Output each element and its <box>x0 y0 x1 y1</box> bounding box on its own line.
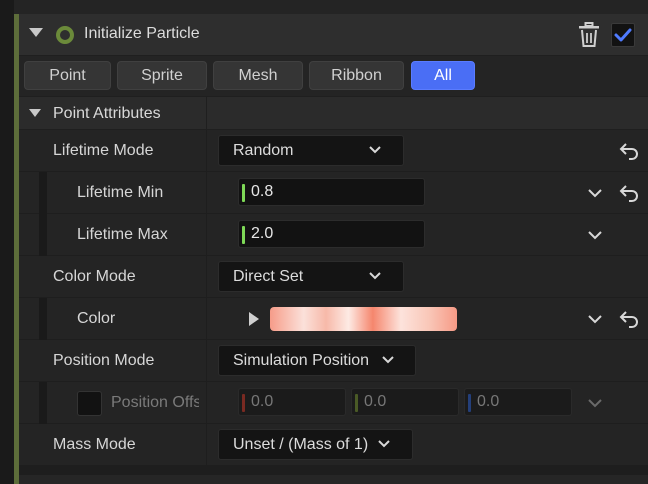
chevron-down-icon <box>369 146 381 154</box>
expand-arrow-icon[interactable] <box>249 312 259 326</box>
property-label: Lifetime Min <box>77 184 164 201</box>
z-axis-bar <box>468 394 471 412</box>
column-divider <box>206 340 207 382</box>
reset-icon[interactable] <box>619 310 639 328</box>
section-point-attributes[interactable]: Point Attributes <box>19 96 648 131</box>
checkmark-icon <box>614 28 632 42</box>
chevron-down-icon[interactable] <box>587 314 603 325</box>
column-divider <box>206 382 207 424</box>
tab-mesh[interactable]: Mesh <box>213 61 303 90</box>
property-label: Lifetime Max <box>77 226 168 243</box>
y-axis-bar <box>355 394 358 412</box>
row-color: Color <box>19 298 648 340</box>
module-enabled-checkbox[interactable] <box>611 23 635 47</box>
position-mode-dropdown[interactable]: Simulation Position <box>218 345 416 376</box>
column-divider <box>206 172 207 214</box>
collapse-arrow-icon[interactable] <box>29 28 43 37</box>
property-label: Mass Mode <box>53 436 136 453</box>
filter-tabs: Point Sprite Mesh Ribbon All <box>19 56 648 96</box>
float-type-bar <box>242 184 245 202</box>
tab-ribbon[interactable]: Ribbon <box>309 61 404 90</box>
section-footer <box>19 466 648 484</box>
float-type-bar <box>242 226 245 244</box>
row-lifetime-mode: Lifetime Mode Random <box>19 130 648 172</box>
next-section-edge <box>19 475 648 484</box>
indent-guide <box>39 172 47 214</box>
property-label: Color <box>77 310 116 327</box>
property-label: Lifetime Mode <box>53 142 154 159</box>
module-title: Initialize Particle <box>84 25 200 42</box>
tab-sprite[interactable]: Sprite <box>117 61 207 90</box>
row-lifetime-max: Lifetime Max 2.0 <box>19 214 648 256</box>
indent-guide <box>39 298 47 340</box>
position-offset-x-field[interactable]: 0.0 <box>238 388 346 416</box>
color-swatch[interactable] <box>270 307 457 331</box>
section-title: Point Attributes <box>53 105 161 122</box>
column-divider <box>206 424 207 466</box>
field-value: 0.0 <box>251 393 274 410</box>
dropdown-value: Unset / (Mass of 1) <box>233 436 369 453</box>
field-value: 0.0 <box>477 393 500 410</box>
chevron-down-icon[interactable] <box>587 230 603 241</box>
row-mass-mode: Mass Mode Unset / (Mass of 1) <box>19 424 648 466</box>
indent-guide <box>39 382 47 424</box>
row-position-mode: Position Mode Simulation Position <box>19 340 648 382</box>
field-value: 0.0 <box>364 393 387 410</box>
field-value: 0.8 <box>251 183 274 200</box>
lifetime-max-field[interactable]: 2.0 <box>238 220 425 248</box>
property-label: Color Mode <box>53 268 136 285</box>
indent-guide <box>39 214 47 256</box>
property-label: Position Offs <box>111 394 199 411</box>
left-gutter <box>0 0 14 484</box>
reset-icon[interactable] <box>619 184 639 202</box>
column-divider <box>206 298 207 340</box>
position-offset-y-field[interactable]: 0.0 <box>351 388 459 416</box>
module-panel: Initialize Particle Point Sprite Mesh Ri… <box>0 0 648 484</box>
module-status-icon <box>56 26 74 44</box>
chevron-down-icon <box>369 272 381 280</box>
color-mode-dropdown[interactable]: Direct Set <box>218 261 404 292</box>
dropdown-value: Direct Set <box>233 268 304 285</box>
row-position-offset: Position Offs 0.0 0.0 0.0 <box>19 382 648 424</box>
tab-point[interactable]: Point <box>24 61 111 90</box>
chevron-down-icon <box>378 440 390 448</box>
column-divider <box>206 256 207 298</box>
row-color-mode: Color Mode Direct Set <box>19 256 648 298</box>
column-divider <box>206 130 207 172</box>
chevron-down-icon[interactable] <box>587 398 603 409</box>
dropdown-value: Simulation Position <box>233 352 370 369</box>
property-label: Position Mode <box>53 352 155 369</box>
dropdown-value: Random <box>233 142 294 159</box>
trash-icon[interactable] <box>577 22 601 48</box>
x-axis-bar <box>242 394 245 412</box>
section-collapse-icon[interactable] <box>29 109 41 117</box>
chevron-down-icon <box>382 356 394 364</box>
module-header[interactable]: Initialize Particle <box>19 14 648 56</box>
mass-mode-dropdown[interactable]: Unset / (Mass of 1) <box>218 429 413 460</box>
position-offset-checkbox[interactable] <box>77 391 102 416</box>
lifetime-min-field[interactable]: 0.8 <box>238 178 425 206</box>
reset-icon[interactable] <box>619 142 639 160</box>
position-offset-z-field[interactable]: 0.0 <box>464 388 572 416</box>
column-divider <box>206 97 207 131</box>
field-value: 2.0 <box>251 225 274 242</box>
row-lifetime-min: Lifetime Min 0.8 <box>19 172 648 214</box>
chevron-down-icon[interactable] <box>587 188 603 199</box>
tab-all[interactable]: All <box>411 61 475 90</box>
lifetime-mode-dropdown[interactable]: Random <box>218 135 404 166</box>
column-divider <box>206 214 207 256</box>
